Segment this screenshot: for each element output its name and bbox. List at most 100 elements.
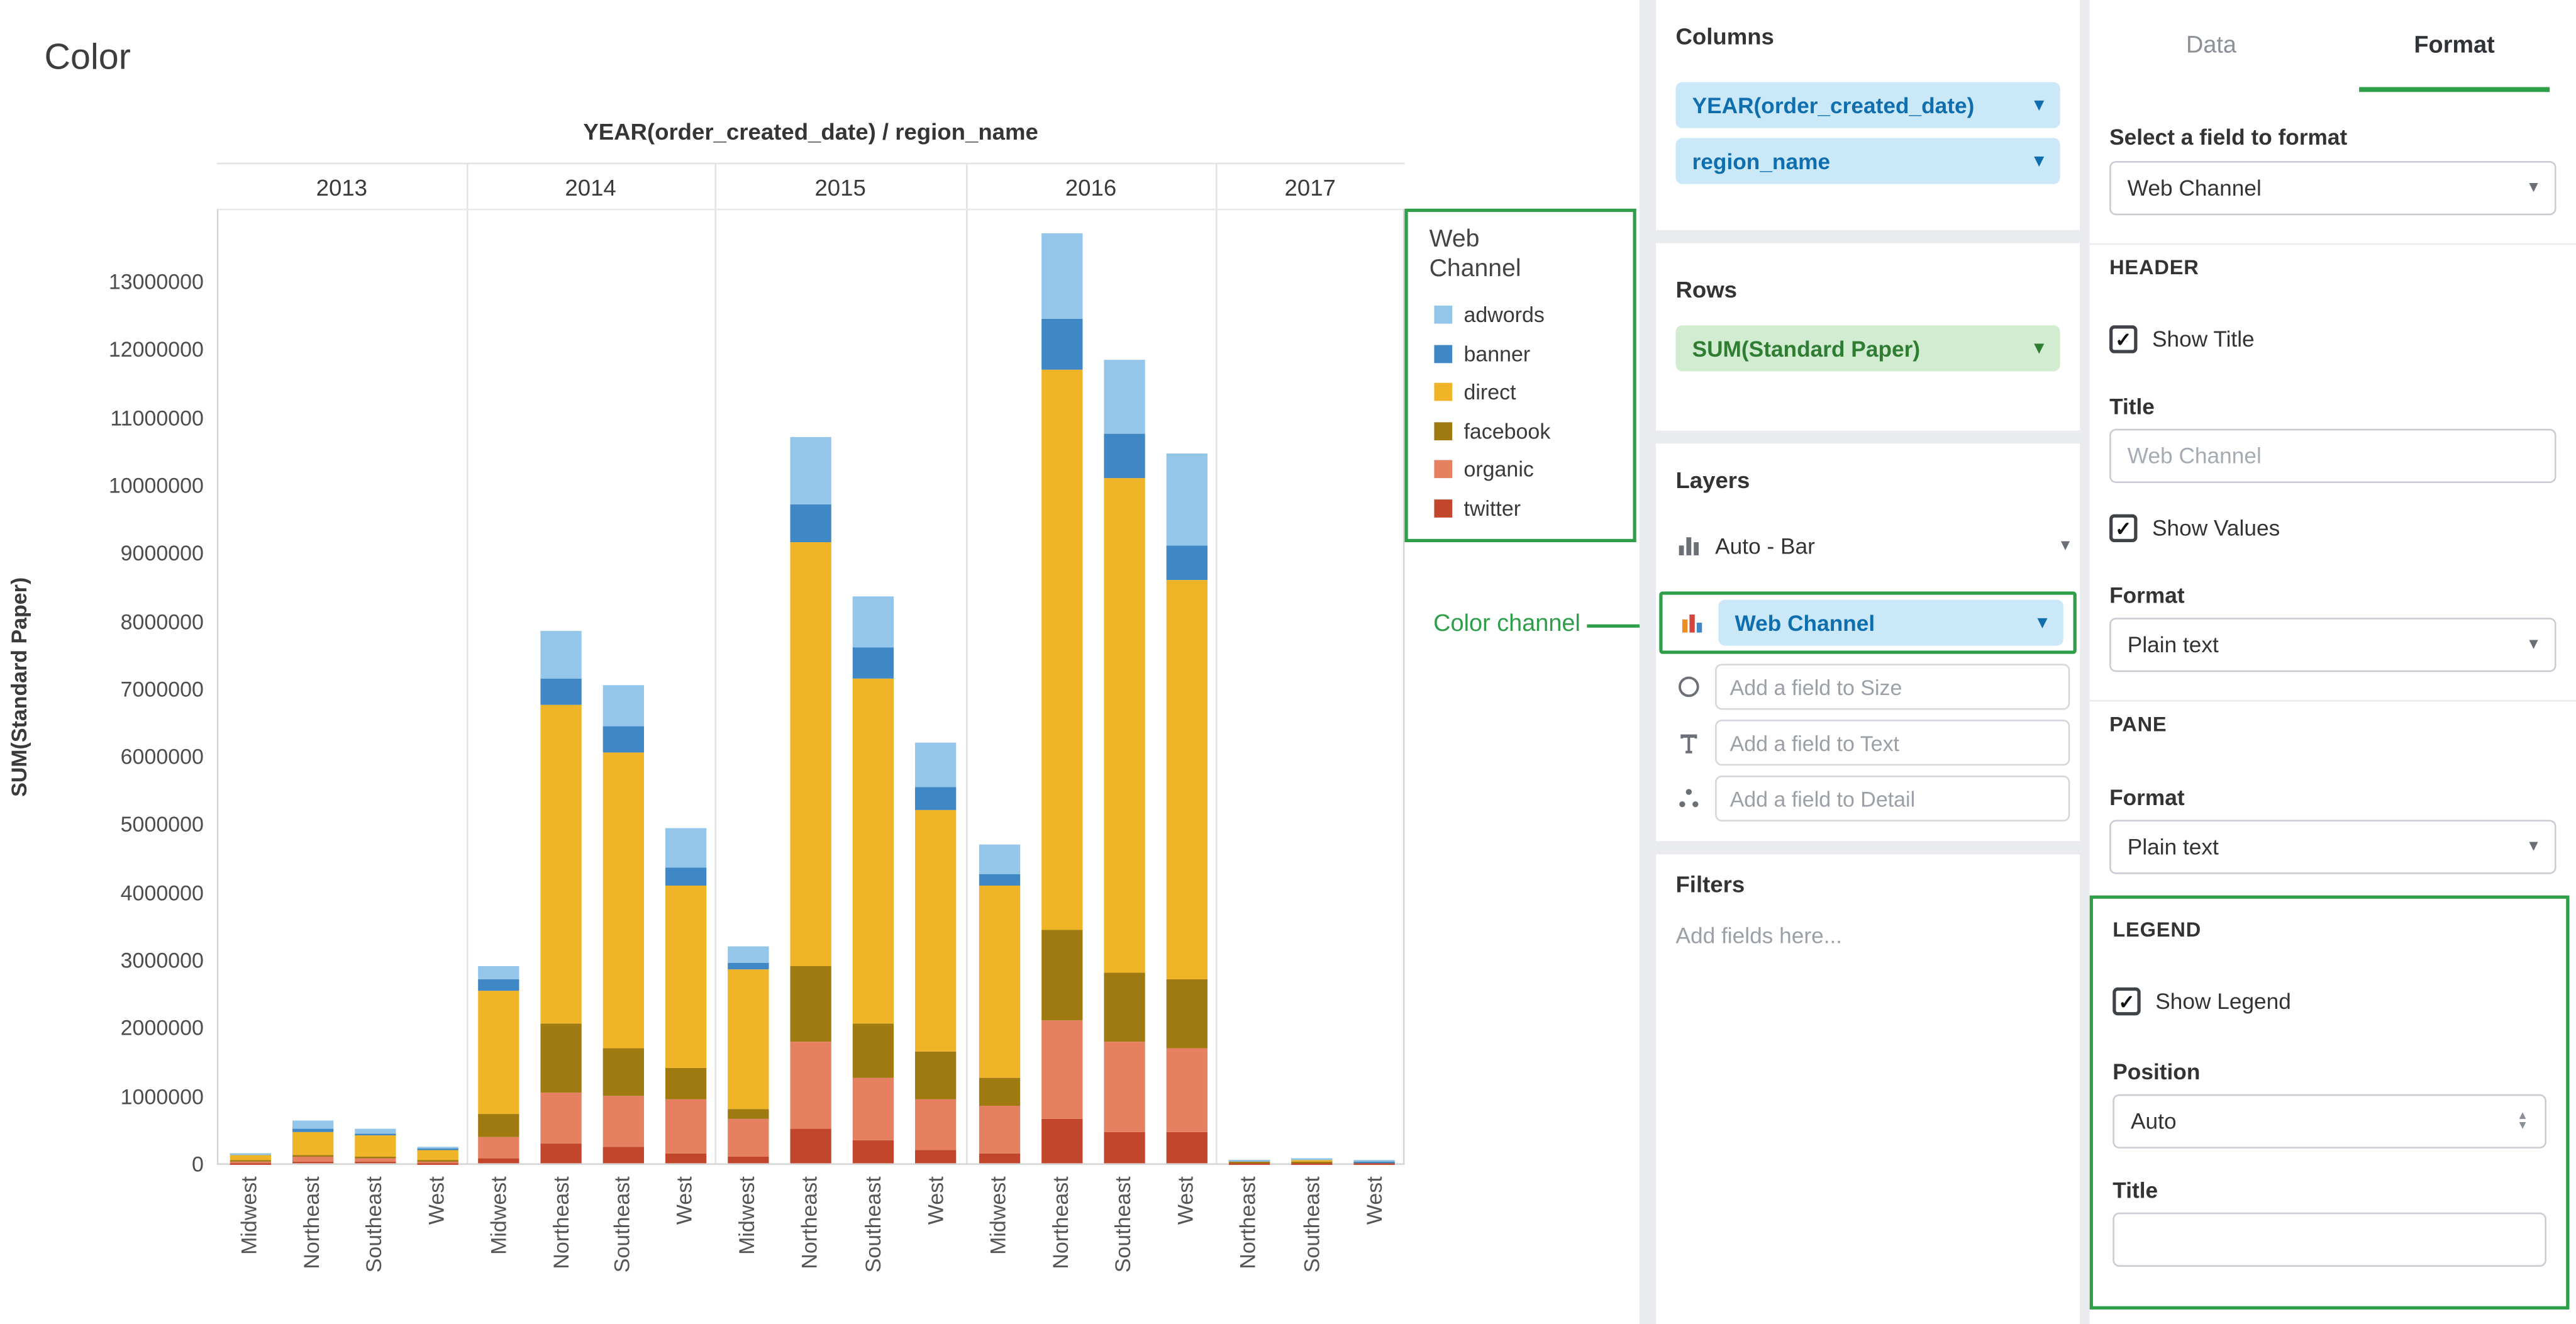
bar-segment-banner[interactable]: [727, 963, 768, 970]
bar-segment-adwords[interactable]: [1291, 1158, 1332, 1159]
show-legend-checkbox[interactable]: ✓ Show Legend: [2112, 987, 2291, 1015]
bar-segment-banner[interactable]: [1041, 318, 1082, 369]
bar-segment-organic[interactable]: [979, 1106, 1019, 1154]
bar-segment-direct[interactable]: [1228, 1160, 1269, 1162]
layer-chart-type-row[interactable]: Auto - Bar ▾: [1675, 523, 2070, 569]
legend-item[interactable]: twitter: [1430, 489, 1633, 527]
columns-pill-year[interactable]: YEAR(order_created_date) ▾: [1675, 82, 2060, 128]
bar-segment-direct[interactable]: [354, 1136, 395, 1156]
bar-segment-twitter[interactable]: [790, 1130, 831, 1164]
bar-segment-twitter[interactable]: [541, 1143, 582, 1163]
bar-segment-twitter[interactable]: [479, 1158, 519, 1164]
detail-field-dropzone[interactable]: Add a field to Detail: [1715, 776, 2070, 821]
bar-segment-facebook[interactable]: [916, 1051, 957, 1099]
bar-segment-banner[interactable]: [1165, 546, 1206, 580]
bar-segment-organic[interactable]: [292, 1157, 333, 1161]
bar-segment-organic[interactable]: [665, 1099, 706, 1153]
bar-segment-organic[interactable]: [1041, 1021, 1082, 1119]
bar-segment-adwords[interactable]: [229, 1152, 270, 1153]
bar-segment-twitter[interactable]: [916, 1150, 957, 1164]
bar-segment-direct[interactable]: [416, 1149, 457, 1159]
bar-segment-twitter[interactable]: [665, 1153, 706, 1163]
header-format-select[interactable]: Plain text ▾: [2109, 618, 2557, 672]
bar-segment-adwords[interactable]: [916, 742, 957, 786]
legend-item[interactable]: organic: [1430, 450, 1633, 489]
bar-segment-adwords[interactable]: [665, 827, 706, 868]
size-field-dropzone[interactable]: Add a field to Size: [1715, 664, 2070, 709]
bar-segment-adwords[interactable]: [541, 630, 582, 678]
bar-segment-adwords[interactable]: [1228, 1159, 1269, 1160]
legend-item[interactable]: facebook: [1430, 411, 1633, 450]
bar-segment-organic[interactable]: [727, 1119, 768, 1156]
bar-segment-adwords[interactable]: [727, 946, 768, 963]
bar-segment-organic[interactable]: [354, 1159, 395, 1162]
show-values-checkbox[interactable]: ✓ Show Values: [2109, 515, 2280, 542]
bar-segment-facebook[interactable]: [1165, 980, 1206, 1048]
bar-segment-adwords[interactable]: [416, 1146, 457, 1148]
bar-segment-organic[interactable]: [416, 1160, 457, 1162]
bar-segment-twitter[interactable]: [727, 1157, 768, 1164]
bar-segment-direct[interactable]: [665, 885, 706, 1068]
bar-segment-direct[interactable]: [853, 678, 894, 1024]
bar-segment-organic[interactable]: [1165, 1048, 1206, 1133]
bar-segment-adwords[interactable]: [1103, 359, 1144, 434]
bar-segment-direct[interactable]: [1041, 369, 1082, 929]
bar-segment-organic[interactable]: [853, 1079, 894, 1140]
bar-segment-adwords[interactable]: [1354, 1160, 1395, 1161]
bar-segment-facebook[interactable]: [979, 1079, 1019, 1106]
bar-segment-twitter[interactable]: [292, 1161, 333, 1163]
bar-segment-direct[interactable]: [541, 705, 582, 1024]
tab-data[interactable]: Data: [2090, 0, 2333, 92]
bar-segment-adwords[interactable]: [479, 967, 519, 981]
bar-segment-adwords[interactable]: [853, 596, 894, 647]
bar-segment-direct[interactable]: [602, 753, 643, 1048]
bar-segment-organic[interactable]: [602, 1096, 643, 1147]
bar-segment-banner[interactable]: [790, 505, 831, 542]
bar-segment-adwords[interactable]: [790, 437, 831, 505]
field-to-format-select[interactable]: Web Channel ▾: [2109, 161, 2557, 215]
bar-segment-adwords[interactable]: [292, 1121, 333, 1128]
bar-segment-organic[interactable]: [1291, 1162, 1332, 1163]
bar-segment-banner[interactable]: [354, 1133, 395, 1136]
bar-segment-direct[interactable]: [292, 1132, 333, 1155]
legend-item[interactable]: direct: [1430, 373, 1633, 411]
bar-segment-facebook[interactable]: [727, 1109, 768, 1119]
bar-segment-banner[interactable]: [916, 787, 957, 811]
bar-segment-twitter[interactable]: [979, 1153, 1019, 1163]
bar-segment-facebook[interactable]: [416, 1159, 457, 1160]
bar-segment-direct[interactable]: [479, 990, 519, 1113]
bar-segment-direct[interactable]: [1291, 1159, 1332, 1161]
legend-title-input[interactable]: [2112, 1213, 2546, 1267]
bar-segment-facebook[interactable]: [853, 1024, 894, 1078]
rows-pill-sum[interactable]: SUM(Standard Paper) ▾: [1675, 325, 2060, 371]
bar-segment-banner[interactable]: [1103, 433, 1144, 477]
bar-segment-direct[interactable]: [229, 1154, 270, 1160]
bar-segment-organic[interactable]: [790, 1041, 831, 1129]
bar-segment-direct[interactable]: [916, 810, 957, 1051]
bar-segment-facebook[interactable]: [1041, 929, 1082, 1021]
bar-segment-facebook[interactable]: [541, 1024, 582, 1092]
bar-segment-facebook[interactable]: [1103, 973, 1144, 1041]
bar-segment-facebook[interactable]: [354, 1157, 395, 1159]
bar-segment-adwords[interactable]: [354, 1128, 395, 1133]
color-channel-field-pill[interactable]: Web Channel ▾: [1718, 599, 2063, 645]
bar-segment-twitter[interactable]: [1165, 1133, 1206, 1164]
bar-segment-organic[interactable]: [229, 1161, 270, 1162]
bar-segment-twitter[interactable]: [1103, 1133, 1144, 1164]
bar-segment-banner[interactable]: [602, 725, 643, 752]
bar-segment-twitter[interactable]: [1041, 1119, 1082, 1163]
bar-segment-direct[interactable]: [727, 970, 768, 1109]
bar-segment-banner[interactable]: [853, 647, 894, 678]
legend-item[interactable]: adwords: [1430, 296, 1633, 334]
bar-segment-twitter[interactable]: [602, 1146, 643, 1163]
filters-dropzone[interactable]: Add fields here...: [1675, 923, 1842, 948]
bar-segment-adwords[interactable]: [1165, 454, 1206, 546]
bar-segment-direct[interactable]: [1165, 580, 1206, 981]
bar-segment-banner[interactable]: [541, 678, 582, 705]
bar-segment-adwords[interactable]: [1041, 233, 1082, 318]
bar-segment-banner[interactable]: [292, 1128, 333, 1132]
bar-segment-organic[interactable]: [541, 1092, 582, 1143]
bar-segment-banner[interactable]: [665, 868, 706, 885]
bar-segment-facebook[interactable]: [292, 1154, 333, 1157]
bar-segment-facebook[interactable]: [479, 1114, 519, 1138]
